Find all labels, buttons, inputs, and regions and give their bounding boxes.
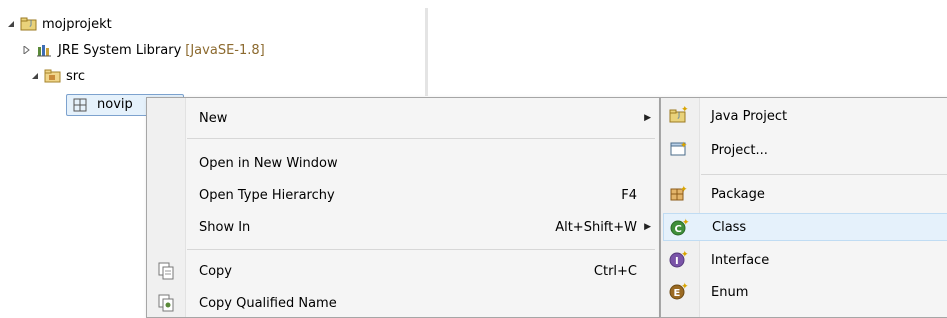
tree-label: mojprojekt (42, 16, 112, 32)
menu-item-label: New (199, 110, 228, 126)
library-icon (36, 42, 54, 58)
tree-item-mojprojekt[interactable]: J mojprojekt (6, 14, 112, 34)
class-icon: C ✦ (670, 218, 690, 236)
menu-item-show-in[interactable]: Show In Alt+Shift+W ▶ (149, 213, 657, 241)
tree-item-jre-system-library[interactable]: JRE System Library [JavaSE-1.8] (22, 40, 265, 60)
menu-item-open-type-hierarchy[interactable]: Open Type Hierarchy F4 (149, 181, 657, 209)
menu-item-label: Package (711, 186, 765, 202)
svg-text:✦: ✦ (681, 250, 689, 260)
submenu-arrow-icon: ▶ (644, 113, 651, 123)
submenu-item-java-project[interactable]: J ✦ Java Project (663, 102, 947, 130)
menu-separator (187, 249, 655, 250)
svg-text:✦: ✦ (680, 141, 688, 151)
menu-separator (187, 138, 655, 139)
submenu-item-enum[interactable]: E ✦ Enum (663, 278, 947, 306)
submenu-arrow-icon: ▶ (644, 222, 651, 232)
interface-icon: I ✦ (669, 250, 689, 268)
expanded-arrow-icon[interactable] (6, 19, 16, 29)
menu-separator (701, 174, 947, 175)
context-menu: New ▶ Open in New Window Open Type Hiera… (146, 97, 660, 318)
svg-text:✦: ✦ (682, 218, 690, 228)
menu-item-copy-qualified-name[interactable]: Copy Qualified Name (149, 289, 657, 317)
svg-text:E: E (674, 288, 681, 299)
submenu-item-package[interactable]: ✦ Package (663, 180, 947, 208)
menu-item-label: Java Project (711, 108, 788, 124)
svg-text:✦: ✦ (681, 282, 689, 292)
menu-item-new[interactable]: New ▶ (149, 104, 657, 132)
java-project-icon: J ✦ (669, 105, 689, 124)
tree-label: novip (97, 97, 133, 112)
submenu-item-interface[interactable]: I ✦ Interface (663, 246, 947, 274)
submenu-item-class[interactable]: C ✦ Class (663, 213, 947, 241)
package-icon: ✦ (669, 184, 688, 202)
source-folder-icon (44, 68, 62, 84)
menu-item-open-in-new-window[interactable]: Open in New Window (149, 149, 657, 177)
project-icon: ✦ (669, 140, 688, 158)
tree-label: JRE System Library (58, 42, 182, 58)
menu-item-label: Show In (199, 219, 251, 235)
menu-item-label: Enum (711, 284, 749, 300)
menu-item-label: Copy (199, 263, 232, 279)
svg-text:✦: ✦ (680, 185, 688, 195)
menu-item-label: Interface (711, 252, 770, 268)
svg-text:✦: ✦ (681, 106, 689, 115)
collapsed-arrow-icon[interactable] (22, 45, 32, 55)
copy-qualified-name-icon (157, 294, 175, 312)
expanded-arrow-icon[interactable] (30, 71, 40, 81)
svg-text:C: C (675, 224, 682, 235)
menu-item-label: Open Type Hierarchy (199, 187, 335, 203)
tree-item-src[interactable]: src (30, 66, 85, 86)
menu-item-accelerator: F4 (621, 187, 637, 203)
new-submenu: J ✦ Java Project ✦ Project... ✦ Package C… (660, 97, 947, 318)
package-icon (73, 98, 87, 116)
svg-text:J: J (29, 19, 32, 27)
tree-label: src (66, 68, 85, 84)
menu-item-label: Copy Qualified Name (199, 295, 337, 311)
menu-item-label: Project... (711, 142, 768, 158)
jre-version-decoration: [JavaSE-1.8] (185, 42, 265, 58)
menu-item-accelerator: Alt+Shift+W (555, 219, 637, 235)
java-project-folder-icon: J (20, 16, 38, 32)
menu-item-label: Class (712, 219, 747, 235)
copy-icon (157, 262, 175, 280)
view-divider (425, 8, 428, 96)
menu-item-copy[interactable]: Copy Ctrl+C (149, 257, 657, 285)
svg-text:J: J (677, 111, 680, 119)
submenu-item-project[interactable]: ✦ Project... (663, 136, 947, 164)
menu-item-label: Open in New Window (199, 155, 338, 171)
enum-icon: E ✦ (669, 282, 689, 300)
svg-text:I: I (675, 256, 679, 267)
menu-item-accelerator: Ctrl+C (593, 263, 637, 279)
